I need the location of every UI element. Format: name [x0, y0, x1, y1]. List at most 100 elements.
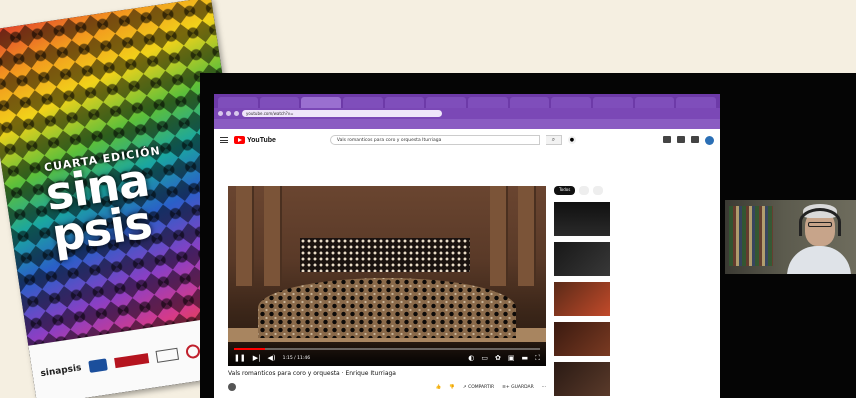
filter-chip[interactable]: Todos: [554, 186, 576, 195]
video-thumbnail[interactable]: [554, 322, 610, 356]
filter-chip[interactable]: [579, 186, 590, 195]
youtube-header: YouTube Vals romanticos para coro y orqu…: [214, 129, 720, 151]
menu-icon[interactable]: [220, 137, 228, 143]
webcam-feed: [725, 200, 856, 274]
orchestra: [258, 278, 516, 338]
controls-right: ◐ ▭ ✿ ▣ ▬ ⛶: [468, 354, 540, 362]
headset-icon: [799, 208, 841, 236]
avatar[interactable]: [705, 135, 714, 145]
search-input[interactable]: Vals romanticos para coro y orquesta Itu…: [329, 135, 540, 145]
browser-tab[interactable]: [384, 97, 425, 108]
video-actions: 👍 👎 ↗ COMPARTIR ≡+ GUARDAR ···: [436, 385, 546, 390]
youtube-logo-text: YouTube: [247, 136, 276, 144]
video-player[interactable]: ❚❚ ▶| ◀) 1:15 / 11:46 ◐ ▭ ✿ ▣ ▬ ⛶: [228, 186, 546, 366]
captions-icon[interactable]: ▭: [481, 354, 488, 362]
settings-icon[interactable]: ✿: [495, 354, 501, 362]
browser-tab[interactable]: [343, 97, 383, 108]
controls-row: ❚❚ ▶| ◀) 1:15 / 11:46 ◐ ▭ ✿ ▣ ▬ ⛶: [234, 354, 540, 362]
url-bar[interactable]: youtube.com/watch?v=: [242, 110, 442, 117]
recommendation-item[interactable]: [554, 242, 714, 280]
channel-avatar[interactable]: [228, 383, 236, 391]
tab-bar: [214, 94, 720, 108]
video-thumbnail[interactable]: [554, 282, 610, 316]
recommendation-text: [614, 322, 714, 360]
recommendation-text: [614, 242, 714, 280]
thumbs-up-icon: 👍: [435, 384, 442, 390]
sponsor-logo: [88, 358, 109, 373]
recommendation-text: [614, 202, 714, 240]
browser-tab[interactable]: [218, 97, 258, 108]
poster-title-line2: psis: [48, 194, 155, 263]
browser-tab[interactable]: [509, 97, 550, 108]
miniplayer-icon[interactable]: ▣: [508, 354, 515, 362]
recommendation-item[interactable]: [554, 362, 714, 398]
browser-tab[interactable]: [259, 97, 300, 108]
recommendation-text: [614, 362, 714, 398]
filter-chips: Todos: [554, 186, 604, 195]
browser-tab[interactable]: [634, 97, 675, 108]
volume-icon[interactable]: ◀): [267, 354, 275, 362]
wall-panel: [236, 186, 254, 286]
person-body: [787, 246, 851, 274]
progress-bar[interactable]: [234, 348, 540, 350]
search-button[interactable]: ⌕: [545, 135, 562, 145]
wall-panel: [490, 186, 508, 286]
wall-panel: [264, 186, 282, 286]
like-button[interactable]: 👍: [436, 385, 442, 390]
video-title: Vals romanticos para coro y orquesta · E…: [228, 370, 396, 377]
browser-tab[interactable]: [593, 97, 633, 108]
youtube-play-icon: [234, 136, 245, 144]
apps-icon[interactable]: [677, 135, 685, 143]
save-button[interactable]: ≡+ GUARDAR: [502, 385, 534, 390]
poster-title: sina psis: [42, 153, 157, 263]
progress-fill: [234, 348, 265, 350]
share-button[interactable]: ↗ COMPARTIR: [463, 385, 494, 390]
reload-icon[interactable]: [234, 111, 239, 116]
forward-icon[interactable]: [226, 111, 231, 116]
thumbs-down-icon: 👎: [449, 384, 455, 390]
next-icon[interactable]: ▶|: [253, 354, 261, 362]
browser-tab[interactable]: [468, 97, 508, 108]
address-row: youtube.com/watch?v=: [214, 108, 720, 119]
autoplay-toggle[interactable]: ◐: [468, 354, 474, 362]
browser-window: youtube.com/watch?v= YouTube Vals romant…: [214, 94, 720, 398]
back-icon[interactable]: [218, 111, 223, 116]
bookmarks-bar: [214, 119, 720, 129]
sponsor-logo: [185, 343, 202, 360]
youtube-logo[interactable]: YouTube: [234, 136, 276, 144]
sponsor-logo: [155, 347, 180, 363]
bell-icon[interactable]: [691, 135, 699, 143]
more-icon[interactable]: ···: [542, 385, 546, 390]
bookshelf: [729, 206, 773, 266]
fullscreen-icon[interactable]: ⛶: [535, 354, 540, 362]
dislike-button[interactable]: 👎: [449, 385, 455, 390]
browser-tab[interactable]: [301, 97, 342, 108]
recommendation-item[interactable]: [554, 282, 714, 320]
mic-icon[interactable]: ●: [567, 136, 576, 144]
pause-icon[interactable]: ❚❚: [234, 354, 246, 362]
save-icon: ≡+: [502, 384, 512, 390]
browser-tab[interactable]: [426, 97, 467, 108]
recommendation-item[interactable]: [554, 322, 714, 360]
sinapsis-logo: sinapsis: [39, 363, 83, 380]
video-thumbnail[interactable]: [554, 202, 610, 236]
choir: [300, 238, 470, 272]
video-thumbnail[interactable]: [554, 242, 610, 276]
create-icon[interactable]: [663, 135, 671, 143]
recommendation-item[interactable]: [554, 202, 714, 240]
theater-icon[interactable]: ▬: [521, 354, 528, 362]
sponsor-logo: [114, 353, 150, 369]
wall-panel: [518, 186, 536, 286]
browser-tab[interactable]: [551, 97, 592, 108]
header-icons: [663, 135, 714, 145]
browser-tab[interactable]: [676, 97, 717, 108]
video-thumbnail[interactable]: [554, 362, 610, 396]
shared-screen: youtube.com/watch?v= YouTube Vals romant…: [200, 73, 856, 398]
recommendation-text: [614, 282, 714, 320]
video-meta: 👍 👎 ↗ COMPARTIR ≡+ GUARDAR ···: [228, 383, 546, 391]
search-icon: ⌕: [551, 136, 556, 143]
player-controls: ❚❚ ▶| ◀) 1:15 / 11:46 ◐ ▭ ✿ ▣ ▬ ⛶: [228, 342, 546, 366]
filter-chip[interactable]: [593, 186, 604, 195]
recommendations-list: [554, 202, 714, 398]
time-display: 1:15 / 11:46: [282, 355, 311, 361]
